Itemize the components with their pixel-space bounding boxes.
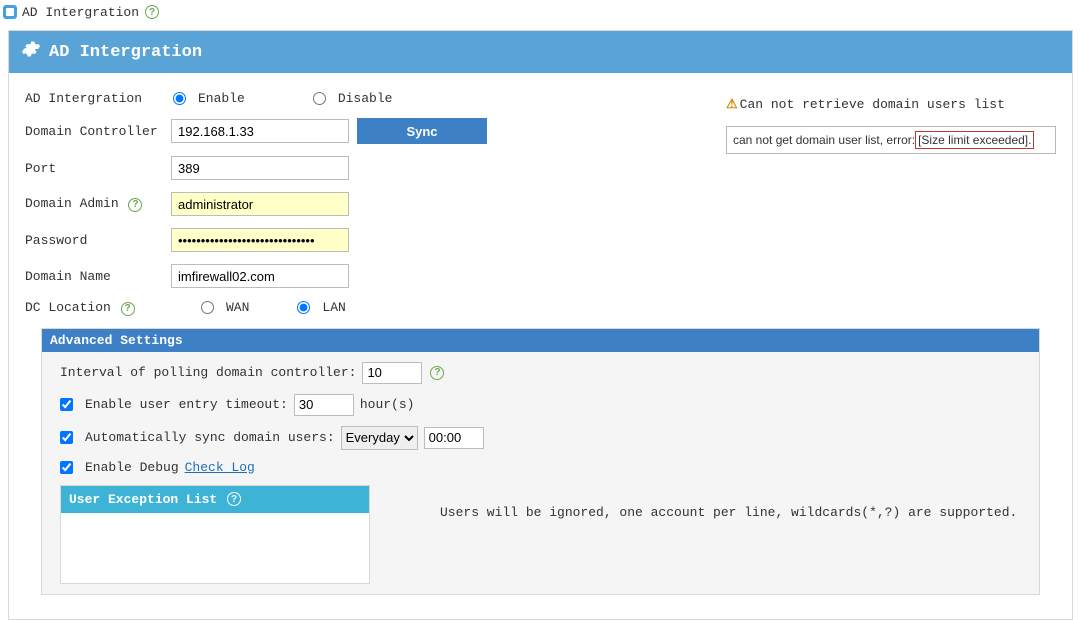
radio-lan-label: LAN <box>322 300 345 315</box>
gear-icon <box>21 39 41 65</box>
check-log-link[interactable]: Check Log <box>185 460 255 475</box>
exception-list: User Exception List ? <box>60 485 370 584</box>
app-icon <box>2 4 18 20</box>
help-icon[interactable]: ? <box>430 366 444 380</box>
label-dc-location: DC Location ? <box>25 300 171 316</box>
error-prefix: can not get domain user list, error: <box>733 133 915 147</box>
help-icon[interactable]: ? <box>128 198 142 212</box>
label-port: Port <box>25 161 171 176</box>
radio-lan[interactable] <box>297 301 310 314</box>
sync-day-select[interactable]: Everyday <box>341 426 418 450</box>
timeout-input[interactable] <box>294 394 354 416</box>
error-highlight: [Size limit exceeded]. <box>915 131 1034 149</box>
breadcrumb: AD Intergration ? <box>0 0 1081 24</box>
label-ad-integration: AD Intergration <box>25 91 171 106</box>
timeout-unit: hour(s) <box>360 397 415 412</box>
label-timeout: Enable user entry timeout: <box>85 397 288 412</box>
domain-admin-input[interactable] <box>171 192 349 216</box>
breadcrumb-title: AD Intergration <box>22 5 139 20</box>
panel-title: AD Intergration <box>49 43 202 62</box>
label-domain-admin: Domain Admin ? <box>25 196 171 212</box>
help-icon[interactable]: ? <box>121 302 135 316</box>
label-interval: Interval of polling domain controller: <box>60 365 356 380</box>
radio-wan-label: WAN <box>226 300 249 315</box>
help-icon[interactable]: ? <box>145 5 159 19</box>
password-input[interactable] <box>171 228 349 252</box>
label-debug: Enable Debug <box>85 460 179 475</box>
exception-textarea[interactable] <box>61 513 369 583</box>
interval-input[interactable] <box>362 362 422 384</box>
panel-header: AD Intergration <box>9 31 1072 73</box>
sync-button[interactable]: Sync <box>357 118 487 144</box>
advanced-settings: Advanced Settings Interval of polling do… <box>41 328 1040 595</box>
sync-time-input[interactable] <box>424 427 484 449</box>
error-box: can not get domain user list, error:[Siz… <box>726 126 1056 154</box>
radio-wan[interactable] <box>201 301 214 314</box>
main-panel: AD Intergration ⚠Can not retrieve domain… <box>8 30 1073 620</box>
domain-controller-input[interactable] <box>171 119 349 143</box>
warning-block: ⚠Can not retrieve domain users list can … <box>726 97 1056 154</box>
checkbox-debug[interactable] <box>60 461 73 474</box>
radio-enable-label: Enable <box>198 91 245 106</box>
warning-text: Can not retrieve domain users list <box>740 97 1005 112</box>
label-domain-controller: Domain Controller <box>25 124 171 139</box>
radio-disable-label: Disable <box>338 91 393 106</box>
exception-note: Users will be ignored, one account per l… <box>370 485 1017 520</box>
radio-enable[interactable] <box>173 92 186 105</box>
label-domain-name: Domain Name <box>25 269 171 284</box>
exception-title: User Exception List <box>69 492 217 507</box>
radio-disable[interactable] <box>313 92 326 105</box>
checkbox-auto-sync[interactable] <box>60 431 73 444</box>
checkbox-timeout[interactable] <box>60 398 73 411</box>
help-icon[interactable]: ? <box>227 492 241 506</box>
warning-icon: ⚠ <box>726 97 738 112</box>
port-input[interactable] <box>171 156 349 180</box>
label-auto-sync: Automatically sync domain users: <box>85 430 335 445</box>
domain-name-input[interactable] <box>171 264 349 288</box>
label-password: Password <box>25 233 171 248</box>
advanced-header: Advanced Settings <box>42 329 1039 352</box>
